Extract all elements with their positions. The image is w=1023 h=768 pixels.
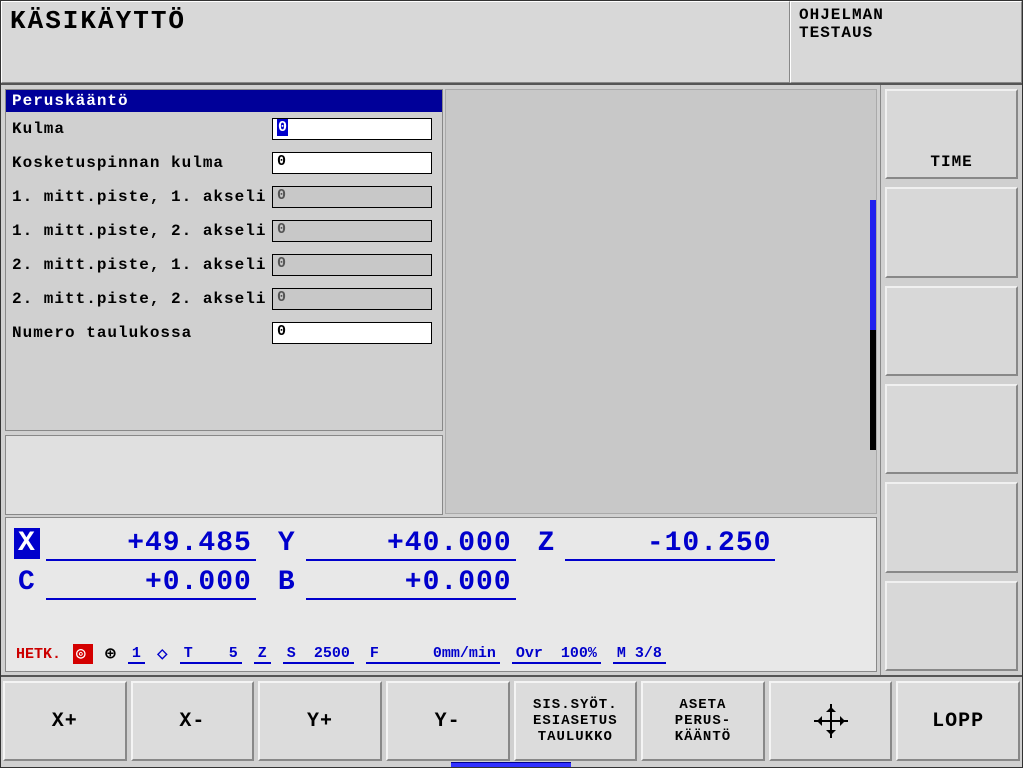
- graphic-area: [445, 89, 877, 514]
- softkey-x-minus[interactable]: X-: [131, 681, 255, 761]
- axis-label-x: X: [14, 528, 40, 559]
- header-bar: KÄSIKÄYTTÖ OHJELMAN TESTAUS: [1, 1, 1022, 85]
- axis-label-c: C: [14, 567, 40, 598]
- axis-value-b: +0.000: [306, 567, 516, 600]
- secondary-mode-line2: TESTAUS: [799, 24, 1013, 42]
- input-numero[interactable]: 0: [272, 322, 432, 344]
- left-column: Peruskääntö Kulma 0 Kosketuspinnan kulma…: [1, 85, 880, 675]
- label-p1a1: 1. mitt.piste, 1. akseli: [12, 188, 272, 206]
- crosshair-icon: [814, 704, 848, 738]
- softkey-rot-l2: PERUS-: [675, 713, 731, 729]
- target-icon: ⊕: [105, 643, 116, 665]
- probe-icon: ◇: [157, 643, 168, 665]
- softkey-y-plus[interactable]: Y+: [258, 681, 382, 761]
- dro-row-2: C +0.000 B +0.000: [14, 567, 868, 600]
- softkey-x-plus[interactable]: X+: [3, 681, 127, 761]
- mode-title: KÄSIKÄYTTÖ: [1, 1, 790, 83]
- softkey-r3[interactable]: [885, 286, 1018, 376]
- softkey-r4[interactable]: [885, 384, 1018, 474]
- label-kulma: Kulma: [12, 120, 272, 138]
- form-panel: Peruskääntö Kulma 0 Kosketuspinnan kulma…: [5, 89, 443, 431]
- label-numero: Numero taulukossa: [12, 324, 272, 342]
- softkey-preset-table[interactable]: SIS.SYÖT. ESIASETUS TAULUKKO: [514, 681, 638, 761]
- softkey-r5[interactable]: [885, 482, 1018, 572]
- bottom-softkey-row: X+ X- Y+ Y- SIS.SYÖT. ESIASETUS TAULUKKO…: [1, 675, 1022, 765]
- status-t: T 5: [180, 645, 242, 664]
- softkey-end[interactable]: LOPP: [896, 681, 1020, 761]
- dro-panel: X +49.485 Y +40.000 Z -10.250 C: [5, 517, 877, 672]
- status-f: F 0mm/min: [366, 645, 500, 664]
- softkey-preset-l1: SIS.SYÖT.: [533, 697, 618, 713]
- softkey-r2[interactable]: [885, 187, 1018, 277]
- form-row-p1a1: 1. mitt.piste, 1. akseli 0: [6, 180, 442, 214]
- form-row-kosketus: Kosketuspinnan kulma 0: [6, 146, 442, 180]
- input-kulma[interactable]: 0: [272, 118, 432, 140]
- status-m: M 3/8: [613, 645, 666, 664]
- input-p1a2: 0: [272, 220, 432, 242]
- input-p2a2: 0: [272, 288, 432, 310]
- axis-value-z: -10.250: [565, 528, 775, 561]
- form-row-numero: Numero taulukossa 0: [6, 316, 442, 350]
- body: Peruskääntö Kulma 0 Kosketuspinnan kulma…: [1, 85, 1022, 675]
- dro-c: C +0.000: [14, 567, 256, 600]
- axis-value-c: +0.000: [46, 567, 256, 600]
- label-kosketus: Kosketuspinnan kulma: [12, 154, 272, 172]
- form-title: Peruskääntö: [6, 90, 442, 112]
- axis-label-z: Z: [534, 528, 560, 559]
- label-p1a2: 1. mitt.piste, 2. akseli: [12, 222, 272, 240]
- dro-row-1: X +49.485 Y +40.000 Z -10.250: [14, 528, 868, 561]
- form-row-p2a1: 2. mitt.piste, 1. akseli 0: [6, 248, 442, 282]
- input-p2a1: 0: [272, 254, 432, 276]
- softkey-time[interactable]: TIME: [885, 89, 1018, 179]
- axis-label-b: B: [274, 567, 300, 598]
- softkey-crosshair[interactable]: [769, 681, 893, 761]
- softkey-preset-l2: ESIASETUS: [533, 713, 618, 729]
- softkey-page-indicator: [451, 762, 571, 767]
- dro-z: Z -10.250: [534, 528, 776, 561]
- status-z: Z: [254, 645, 271, 664]
- axis-value-x: +49.485: [46, 528, 256, 561]
- form-row-kulma: Kulma 0: [6, 112, 442, 146]
- cnc-screen: KÄSIKÄYTTÖ OHJELMAN TESTAUS Peruskääntö …: [0, 0, 1023, 768]
- input-kosketus[interactable]: 0: [272, 152, 432, 174]
- status-s: S 2500: [283, 645, 354, 664]
- dro-b: B +0.000: [274, 567, 516, 600]
- form-row-p1a2: 1. mitt.piste, 2. akseli 0: [6, 214, 442, 248]
- axis-label-y: Y: [274, 528, 300, 559]
- softkey-set-rotation[interactable]: ASETA PERUS- KÄÄNTÖ: [641, 681, 765, 761]
- right-softkey-column: TIME: [880, 85, 1022, 675]
- datum-icon: [73, 644, 93, 664]
- axis-value-y: +40.000: [306, 528, 516, 561]
- scroll-indicator-black: [870, 330, 876, 450]
- label-p2a1: 2. mitt.piste, 1. akseli: [12, 256, 272, 274]
- softkey-r6[interactable]: [885, 581, 1018, 671]
- softkey-rot-l3: KÄÄNTÖ: [675, 729, 731, 745]
- softkey-y-minus[interactable]: Y-: [386, 681, 510, 761]
- input-p1a1: 0: [272, 186, 432, 208]
- form-row-p2a2: 2. mitt.piste, 2. akseli 0: [6, 282, 442, 316]
- scroll-indicator-blue: [870, 200, 876, 330]
- status-hetk: HETK.: [16, 646, 61, 663]
- label-p2a2: 2. mitt.piste, 2. akseli: [12, 290, 272, 308]
- status-row: HETK. ⊕ 1 ◇ T 5 Z S 2500 F 0mm/min Ovr 1…: [16, 643, 866, 665]
- dro-x: X +49.485: [14, 528, 256, 561]
- secondary-mode: OHJELMAN TESTAUS: [790, 1, 1022, 83]
- softkey-preset-l3: TAULUKKO: [533, 729, 618, 745]
- softkey-rot-l1: ASETA: [675, 697, 731, 713]
- secondary-mode-line1: OHJELMAN: [799, 6, 1013, 24]
- dro-y: Y +40.000: [274, 528, 516, 561]
- status-ovr: Ovr 100%: [512, 645, 601, 664]
- status-datum-no: 1: [128, 645, 145, 664]
- message-panel: [5, 435, 443, 515]
